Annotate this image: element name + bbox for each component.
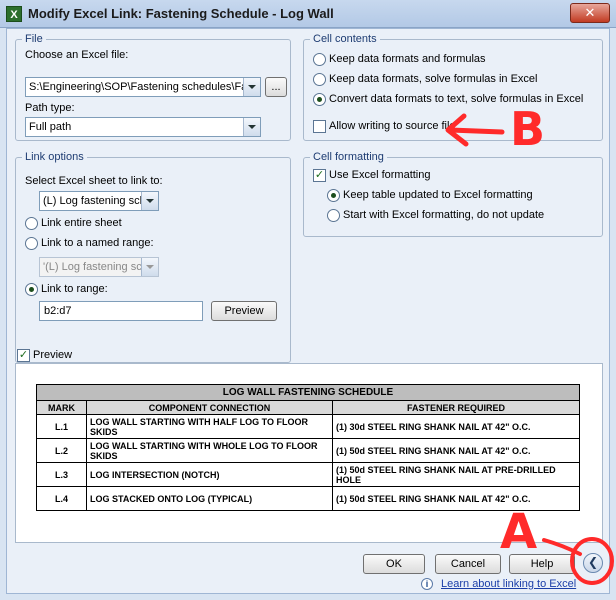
fastener-cell: (1) 30d STEEL RING SHANK NAIL AT 42" O.C…: [332, 414, 580, 439]
chevron-down-icon[interactable]: [141, 192, 158, 210]
annotation-a-letter: A: [500, 504, 538, 560]
component-cell: LOG INTERSECTION (NOTCH): [86, 462, 333, 487]
link-entire-sheet-label[interactable]: Link entire sheet: [41, 217, 122, 229]
schedule-title: LOG WALL FASTENING SCHEDULE: [36, 384, 580, 401]
use-excel-formatting-checkbox[interactable]: ✓: [313, 169, 326, 182]
mark-cell: L.3: [36, 462, 87, 487]
link-named-range-label[interactable]: Link to a named range:: [41, 237, 154, 249]
select-sheet-label: Select Excel sheet to link to:: [25, 175, 163, 187]
start-with-excel-label[interactable]: Start with Excel formatting, do not upda…: [343, 209, 544, 221]
excel-file-combo[interactable]: S:\Engineering\SOP\Fastening schedules\F…: [25, 77, 261, 97]
excel-file-path: S:\Engineering\SOP\Fastening schedules\F…: [29, 81, 260, 93]
title-bar[interactable]: X Modify Excel Link: Fastening Schedule …: [0, 0, 616, 28]
mark-cell: L.4: [36, 486, 87, 511]
file-group-legend: File: [25, 33, 43, 45]
use-excel-formatting-label[interactable]: Use Excel formatting: [329, 169, 430, 181]
allow-writing-label[interactable]: Allow writing to source file: [329, 120, 456, 132]
range-input[interactable]: b2:d7: [39, 301, 203, 321]
keep-updated-radio[interactable]: [327, 189, 340, 202]
link-entire-sheet-radio[interactable]: [25, 217, 38, 230]
link-to-range-radio[interactable]: [25, 283, 38, 296]
link-to-range-label[interactable]: Link to range:: [41, 283, 108, 295]
convert-to-text-radio[interactable]: [313, 93, 326, 106]
mark-cell: L.2: [36, 438, 87, 463]
chevron-down-icon[interactable]: [243, 118, 260, 136]
column-header: COMPONENT CONNECTION: [86, 400, 333, 415]
ok-button[interactable]: OK: [363, 554, 425, 574]
preview-label[interactable]: Preview: [33, 349, 72, 361]
fastener-cell: (1) 50d STEEL RING SHANK NAIL AT 42" O.C…: [332, 438, 580, 463]
browse-button[interactable]: ...: [265, 77, 287, 97]
info-icon: i: [421, 578, 433, 590]
path-type-value: Full path: [29, 121, 72, 133]
keep-formats-solve-radio[interactable]: [313, 73, 326, 86]
component-cell: LOG STACKED ONTO LOG (TYPICAL): [86, 486, 333, 511]
annotation-a-circle: [542, 537, 614, 585]
column-header: MARK: [36, 400, 87, 415]
table-row: L.1 LOG WALL STARTING WITH HALF LOG TO F…: [36, 414, 580, 439]
path-type-label: Path type:: [25, 102, 75, 114]
keep-formats-formulas-label[interactable]: Keep data formats and formulas: [329, 53, 486, 65]
component-cell: LOG WALL STARTING WITH WHOLE LOG TO FLOO…: [86, 438, 333, 463]
chevron-down-icon: [141, 258, 158, 276]
close-button[interactable]: ✕: [570, 3, 610, 23]
path-type-combo[interactable]: Full path: [25, 117, 261, 137]
named-range-combo: '(L) Log fastening sch.'!: [39, 257, 159, 277]
column-header: FASTENER REQUIRED: [332, 400, 580, 415]
keep-formats-solve-label[interactable]: Keep data formats, solve formulas in Exc…: [329, 73, 537, 85]
fastener-cell: (1) 50d STEEL RING SHANK NAIL AT PRE-DRI…: [332, 462, 580, 487]
excel-link-icon: X: [6, 6, 22, 22]
mark-cell: L.1: [36, 414, 87, 439]
table-row: L.4 LOG STACKED ONTO LOG (TYPICAL) (1) 5…: [36, 486, 580, 511]
chevron-down-icon[interactable]: [243, 78, 260, 96]
table-row: L.2 LOG WALL STARTING WITH WHOLE LOG TO …: [36, 438, 580, 463]
annotation-b-letter: B: [510, 102, 546, 156]
excel-sheet-combo[interactable]: (L) Log fastening sch.: [39, 191, 159, 211]
cell-contents-legend: Cell contents: [313, 33, 377, 45]
schedule-table: LOG WALL FASTENING SCHEDULE MARK COMPONE…: [36, 384, 580, 511]
component-cell: LOG WALL STARTING WITH HALF LOG TO FLOOR…: [86, 414, 333, 439]
start-with-excel-radio[interactable]: [327, 209, 340, 222]
preview-checkbox[interactable]: ✓: [17, 349, 30, 362]
cell-formatting-legend: Cell formatting: [313, 151, 384, 163]
fastener-cell: (1) 50d STEEL RING SHANK NAIL AT 42" O.C…: [332, 486, 580, 511]
keep-formats-formulas-radio[interactable]: [313, 53, 326, 66]
link-named-range-radio[interactable]: [25, 237, 38, 250]
preview-button[interactable]: Preview: [211, 301, 277, 321]
allow-writing-checkbox[interactable]: [313, 120, 326, 133]
cancel-button[interactable]: Cancel: [435, 554, 501, 574]
table-row: L.3 LOG INTERSECTION (NOTCH) (1) 50d STE…: [36, 462, 580, 487]
link-options-legend: Link options: [25, 151, 84, 163]
window-title: Modify Excel Link: Fastening Schedule - …: [28, 6, 334, 21]
choose-file-label: Choose an Excel file:: [25, 49, 129, 61]
keep-updated-label[interactable]: Keep table updated to Excel formatting: [343, 189, 533, 201]
